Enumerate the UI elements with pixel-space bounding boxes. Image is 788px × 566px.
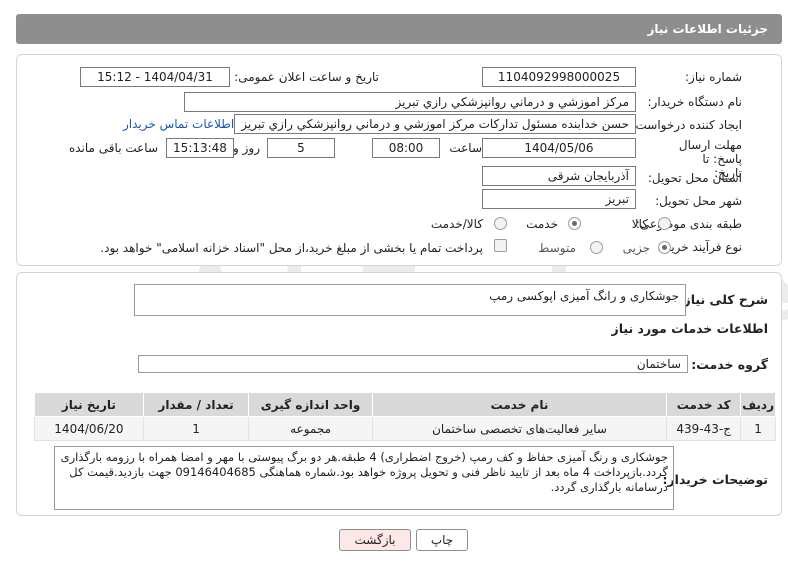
col-header-name: نام خدمت — [371, 392, 668, 417]
announce-field: 1404/04/31 - 15:12 — [80, 67, 230, 87]
creator-field: حسن خدابنده مسئول تدارکات مرکز اموزشي و … — [234, 114, 636, 134]
remaining-label: ساعت باقی مانده — [68, 141, 158, 155]
col-header-unit: واحد اندازه گیری — [248, 392, 373, 417]
purchase-radio-medium[interactable] — [590, 241, 603, 254]
city-label: شهر محل تحویل: — [655, 194, 742, 208]
province-field: آذربایجان شرقی — [482, 166, 636, 186]
category-radio-service[interactable] — [568, 217, 581, 230]
buyer-org-field: مرکز اموزشي و درماني روانپزشکي رازي تبري… — [184, 92, 636, 112]
creator-label: ایجاد کننده درخواست: — [631, 118, 742, 132]
service-group-field: ساختمان — [138, 355, 688, 373]
category-radio-goods[interactable] — [658, 217, 671, 230]
purchase-option-minor: جزیی — [622, 241, 650, 255]
cell-date: 1404/06/20 — [34, 416, 144, 441]
col-header-code: کد خدمت — [666, 392, 742, 417]
category-option-service: خدمت — [526, 217, 558, 231]
col-header-date: تاریخ نیاز — [34, 392, 144, 417]
purchase-radio-minor[interactable] — [658, 241, 671, 254]
province-label: استان محل تحویل: — [647, 171, 742, 185]
buyer-notes-label: توضیحات خریدار: — [662, 472, 768, 487]
deadline-date-field: 1404/05/06 — [482, 138, 636, 158]
col-header-row: ردیف — [740, 392, 776, 417]
days-label: روز و — [233, 141, 260, 155]
col-header-qty: تعداد / مقدار — [142, 392, 250, 417]
remaining-time-field: 15:13:48 — [166, 138, 234, 158]
announce-label: تاریخ و ساعت اعلان عمومی: — [234, 70, 379, 84]
summary-field: جوشکاری و رانگ آمیزی اپوکسی رمپ — [134, 284, 686, 316]
category-radio-goods-service[interactable] — [494, 217, 507, 230]
back-button[interactable]: بازگشت — [339, 529, 411, 551]
buyer-notes-field: جوشکاری و رنگ آمیزی حفاظ و کف رمپ (خروج … — [54, 446, 674, 510]
treasury-payment-note: پرداخت تمام یا بخشی از مبلغ خرید،از محل … — [100, 241, 483, 255]
page-title: جزئیات اطلاعات نیاز — [16, 14, 782, 44]
services-table-header: ردیف کد خدمت نام خدمت واحد اندازه گیری ت… — [34, 392, 776, 417]
days-field: 5 — [267, 138, 335, 158]
service-group-label: گروه خدمت: — [691, 357, 768, 372]
print-button[interactable]: چاپ — [416, 529, 468, 551]
category-option-goods: کالا — [631, 217, 648, 231]
cell-row: 1 — [740, 416, 776, 441]
treasury-payment-checkbox[interactable] — [494, 239, 507, 252]
city-field: تبریز — [482, 189, 636, 209]
services-section-title: اطلاعات خدمات مورد نیاز — [611, 321, 769, 336]
need-number-field: 1104092998000025 — [482, 67, 636, 87]
deadline-time-field: 08:00 — [372, 138, 440, 158]
purchase-option-medium: متوسط — [538, 241, 576, 255]
cell-name: سایر فعالیت‌های تخصصی ساختمان — [371, 416, 668, 441]
cell-qty: 1 — [142, 416, 250, 441]
category-label: طبقه بندی موضوعی: — [635, 217, 742, 231]
table-row: 1 ج-43-439 سایر فعالیت‌های تخصصی ساختمان… — [34, 416, 776, 441]
cell-unit: مجموعه — [248, 416, 373, 441]
category-option-goods-service: کالا/خدمت — [430, 217, 483, 231]
summary-label: شرح کلی نیاز: — [678, 292, 768, 307]
need-number-label: شماره نیاز: — [685, 70, 742, 84]
services-table: ردیف کد خدمت نام خدمت واحد اندازه گیری ت… — [34, 392, 776, 441]
deadline-hour-label: ساعت — [449, 141, 482, 155]
buyer-org-label: نام دستگاه خریدار: — [647, 95, 743, 109]
buyer-contact-link[interactable]: اطلاعات تماس خریدار — [123, 117, 234, 131]
cell-code: ج-43-439 — [666, 416, 742, 441]
services-table-wrap: ردیف کد خدمت نام خدمت واحد اندازه گیری ت… — [34, 392, 776, 441]
